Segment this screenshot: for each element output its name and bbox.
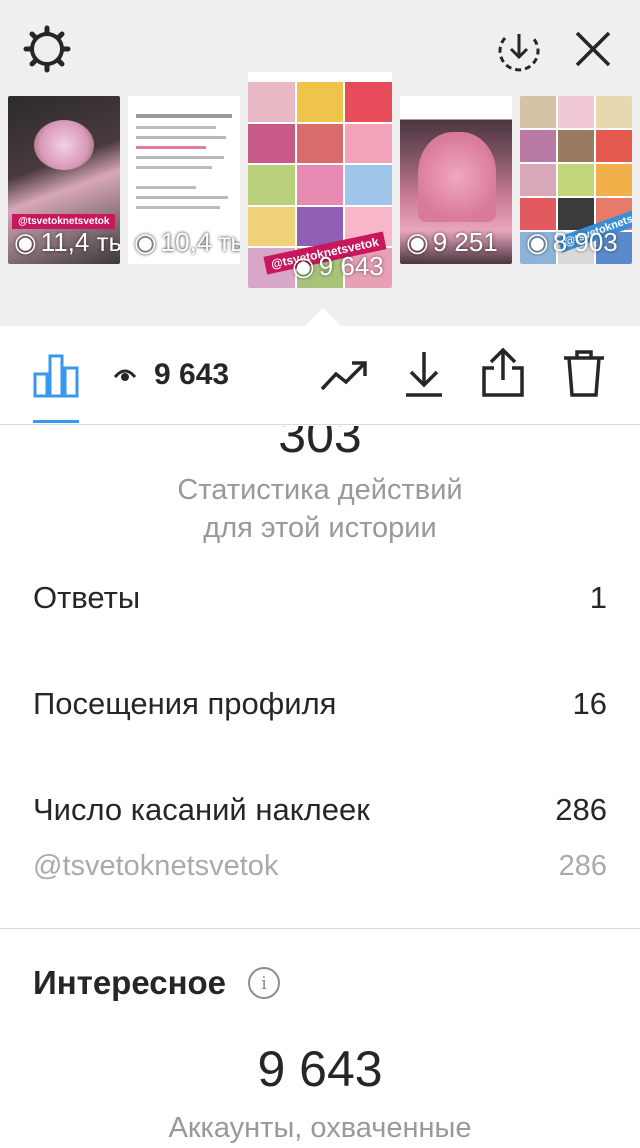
discovery-title: Интересное (33, 964, 227, 1001)
views-counter: 9 643 (114, 358, 229, 392)
sticker-mention-label: @tsvetoknetsvetok (33, 850, 279, 882)
trash-icon[interactable] (562, 348, 606, 398)
story-views: ◉11,4 тыс. (14, 227, 120, 257)
story-preview-area: @tsvetoknetsvetok ◉11,4 тыс. ◉10,4 тыс. … (0, 0, 640, 326)
download-circle-icon[interactable] (496, 26, 542, 72)
story-views: ◉10,4 тыс. (134, 227, 240, 257)
eye-icon: ◉ (14, 227, 37, 257)
share-icon[interactable] (481, 348, 525, 398)
section-divider (0, 928, 640, 929)
story-views: ◉ 9 643 (292, 251, 384, 281)
stat-row-sticker-mention[interactable]: @tsvetoknetsvetok 286 (33, 850, 607, 883)
reach-number: 9 643 (257, 1041, 383, 1097)
stat-row-profile-visits: Посещения профиля 16 (33, 686, 607, 722)
eye-icon: ◉ (406, 227, 429, 257)
selected-pointer (305, 308, 341, 326)
sticker-mention-value: 286 (558, 850, 607, 882)
eye-icon: ◉ (134, 227, 157, 257)
stat-value: 286 (555, 792, 607, 827)
stat-row-sticker-taps: Число касаний наклеек 286 (33, 792, 607, 828)
download-icon[interactable] (404, 350, 444, 398)
story-toolbar: 9 643 (0, 326, 640, 425)
stat-label: Число касаний наклеек (33, 792, 370, 827)
stat-label: Посещения профиля (33, 686, 337, 721)
story-thumbnail[interactable]: @tsvetoknetsvetok ◉ 8 903 (520, 96, 632, 264)
story-thumbnail[interactable]: ◉10,4 тыс. (128, 96, 240, 264)
stat-value: 1 (589, 580, 607, 615)
active-tab-indicator (33, 420, 79, 423)
discovery-header: Интересное i (33, 964, 281, 1002)
close-icon[interactable] (574, 30, 612, 68)
story-thumbnail[interactable]: ◉ 9 251 (400, 96, 512, 264)
interactions-caption-line2: для этой истории (203, 512, 437, 544)
story-thumbnail[interactable]: @tsvetoknetsvetok ◉11,4 тыс. (8, 96, 120, 264)
eye-icon: ◉ (526, 227, 549, 257)
story-thumbnail-selected[interactable]: @tsvetoknetsvetok ◉ 9 643 (248, 72, 392, 288)
views-count: 9 643 (154, 358, 230, 391)
rose-image (34, 120, 94, 170)
eye-icon (114, 369, 136, 381)
stat-value: 16 (572, 686, 607, 721)
reach-caption: Аккаунты, охваченные (168, 1112, 472, 1144)
story-views: ◉ 9 251 (406, 227, 498, 257)
trend-icon[interactable] (320, 358, 368, 392)
story-views: ◉ 8 903 (526, 227, 618, 257)
info-icon[interactable]: i (248, 967, 281, 999)
settings-icon[interactable] (22, 24, 72, 74)
stat-label: Ответы (33, 580, 141, 615)
bouquet-image (418, 132, 496, 222)
interactions-caption-line1: Статистика действий (177, 474, 463, 506)
stat-row-replies: Ответы 1 (33, 580, 607, 616)
bar-chart-icon[interactable] (33, 352, 79, 398)
eye-icon: ◉ (292, 251, 315, 281)
